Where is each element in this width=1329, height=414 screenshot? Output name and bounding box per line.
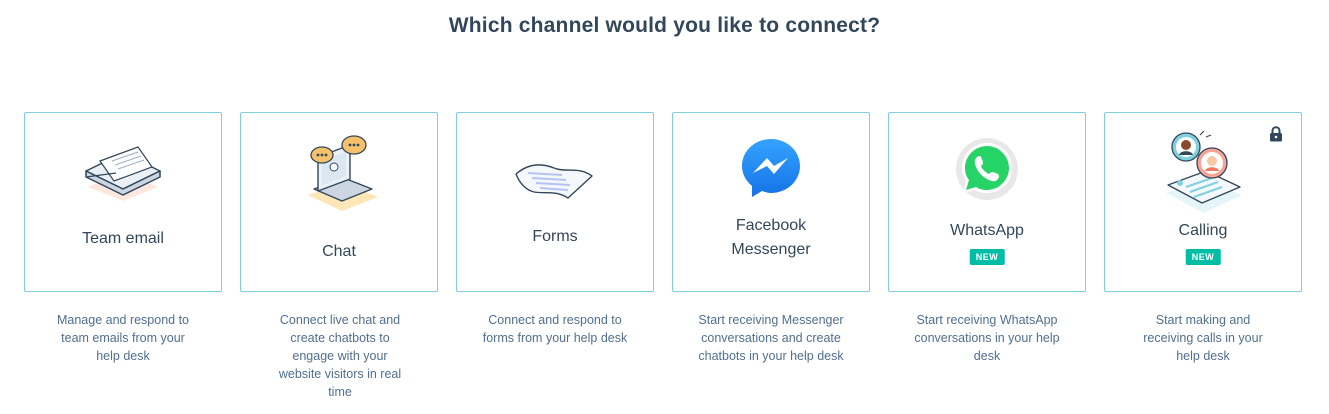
channel-label: Calling	[1178, 222, 1228, 239]
whatsapp-icon	[889, 129, 1085, 209]
channel-description-messenger: Start receiving Messenger conversations …	[698, 313, 844, 363]
channel-label: WhatsApp	[950, 222, 1024, 239]
channel-label: Facebook Messenger	[673, 214, 869, 262]
envelope-icon	[25, 133, 221, 223]
channel-description-whatsapp: Start receiving WhatsApp conversations i…	[914, 313, 1060, 363]
channel-card-calling[interactable]: Calling NEW	[1104, 112, 1302, 292]
channel-label-line1: Facebook	[735, 217, 807, 234]
messenger-icon	[673, 127, 869, 207]
channel-label: Forms	[532, 228, 578, 245]
page-title: Which channel would you like to connect?	[448, 14, 881, 37]
new-badge: NEW	[1185, 249, 1221, 265]
new-badge: NEW	[969, 249, 1005, 265]
form-paper-icon	[457, 133, 653, 223]
channel-card-forms[interactable]: Forms	[456, 112, 654, 292]
calling-icon	[1105, 127, 1301, 221]
channel-card-chat[interactable]: Chat	[240, 112, 438, 292]
channel-card-team-email[interactable]: Team email	[24, 112, 222, 292]
channel-card-whatsapp[interactable]: WhatsApp NEW	[888, 112, 1086, 292]
channel-label: Chat	[322, 243, 356, 260]
channel-description-forms: Connect and respond to forms from your h…	[482, 313, 628, 345]
channel-card-facebook-messenger[interactable]: Facebook Messenger	[672, 112, 870, 292]
channel-label: Team email	[82, 230, 164, 247]
channel-description-calling: Start making and receiving calls in your…	[1143, 313, 1263, 363]
channel-label-line2: Messenger	[731, 241, 811, 258]
channel-description-chat: Connect live chat and create chatbots to e…	[278, 313, 402, 399]
laptop-chat-icon	[241, 131, 437, 221]
channel-description-team-email: Manage and respond to team emails from y…	[56, 313, 190, 363]
